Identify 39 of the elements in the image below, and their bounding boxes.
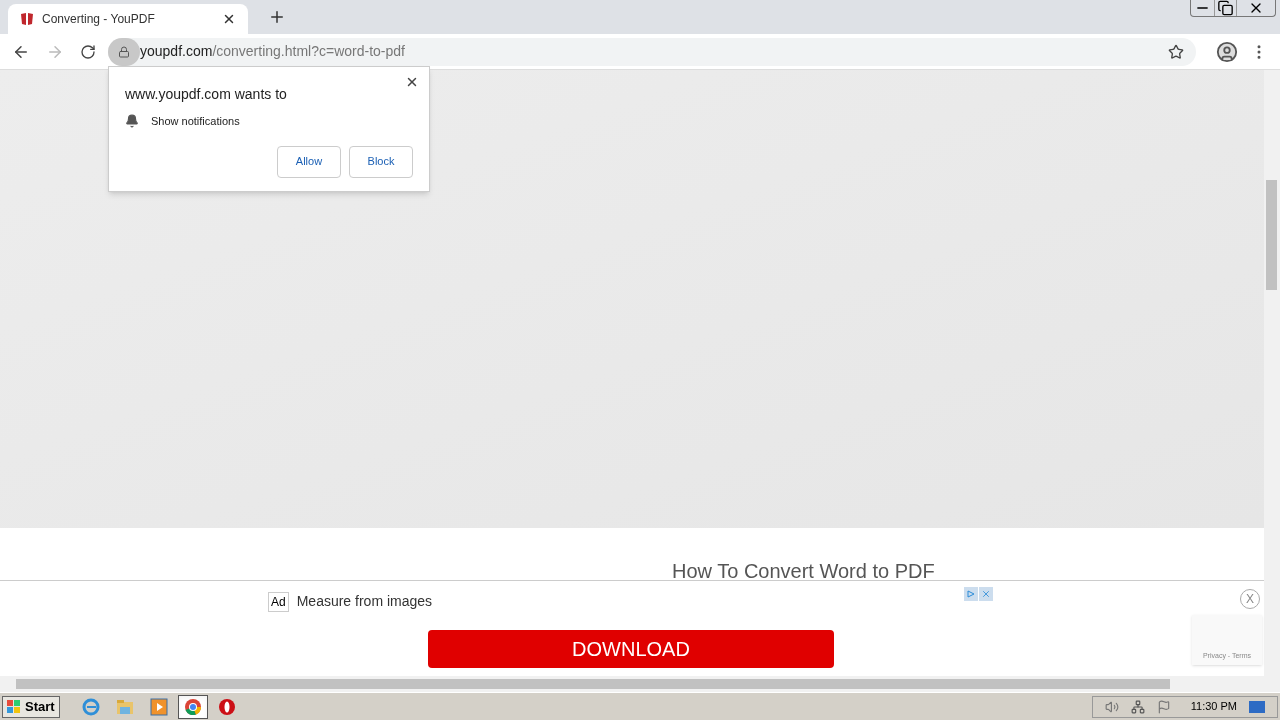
flag-icon[interactable] bbox=[1156, 699, 1171, 714]
site-logo-icon bbox=[20, 12, 34, 26]
permission-request: Show notifications bbox=[151, 114, 240, 129]
reload-icon[interactable] bbox=[80, 43, 96, 60]
folder-icon bbox=[115, 698, 134, 715]
popup-button[interactable]: Allow bbox=[277, 145, 341, 178]
vertical-scrollbar[interactable] bbox=[1264, 70, 1280, 676]
scroll-thumb[interactable] bbox=[16, 679, 1170, 689]
popup-title: www.youpdf.com wants to bbox=[125, 85, 288, 104]
scroll-thumb[interactable] bbox=[1266, 180, 1277, 290]
bookmark-star-icon[interactable] bbox=[1168, 43, 1184, 60]
profile-icon[interactable] bbox=[1216, 40, 1238, 63]
page-heading: How To Convert Word to PDF bbox=[672, 559, 935, 584]
browser-tab[interactable]: Converting - YouPDF bbox=[8, 4, 248, 34]
tab-title: Converting - YouPDF bbox=[42, 11, 156, 28]
chrome-icon bbox=[183, 697, 202, 716]
url-text: youpdf.com/converting.html?c=word-to-pdf bbox=[140, 42, 405, 61]
close-icon[interactable] bbox=[405, 75, 419, 89]
address-bar[interactable]: youpdf.com/converting.html?c=word-to-pdf bbox=[108, 37, 1196, 66]
bell-icon bbox=[125, 114, 139, 129]
start-button[interactable]: Start bbox=[2, 695, 60, 718]
ad-choices-icon[interactable] bbox=[964, 587, 993, 601]
browser-e-icon bbox=[81, 697, 100, 716]
ad-badge: Ad bbox=[268, 591, 289, 612]
new-tab-icon[interactable] bbox=[268, 8, 286, 26]
lock-icon[interactable] bbox=[108, 37, 140, 66]
restore-icon[interactable] bbox=[1215, 0, 1237, 16]
download-button[interactable]: DOWNLOAD bbox=[428, 630, 834, 668]
speaker-icon[interactable] bbox=[1104, 699, 1119, 714]
horizontal-scrollbar[interactable] bbox=[0, 676, 1280, 692]
popup-button[interactable]: Block bbox=[349, 145, 413, 178]
taskbar-app-button[interactable] bbox=[177, 694, 208, 719]
close-tab-icon[interactable] bbox=[222, 12, 236, 26]
show-desktop-icon[interactable] bbox=[1249, 700, 1265, 713]
clock: 11:30 PM bbox=[1190, 699, 1237, 715]
windows-logo-icon bbox=[7, 699, 21, 714]
opera-icon bbox=[217, 697, 236, 716]
ad-text: Measure from images bbox=[296, 592, 433, 611]
play-icon bbox=[149, 697, 168, 716]
